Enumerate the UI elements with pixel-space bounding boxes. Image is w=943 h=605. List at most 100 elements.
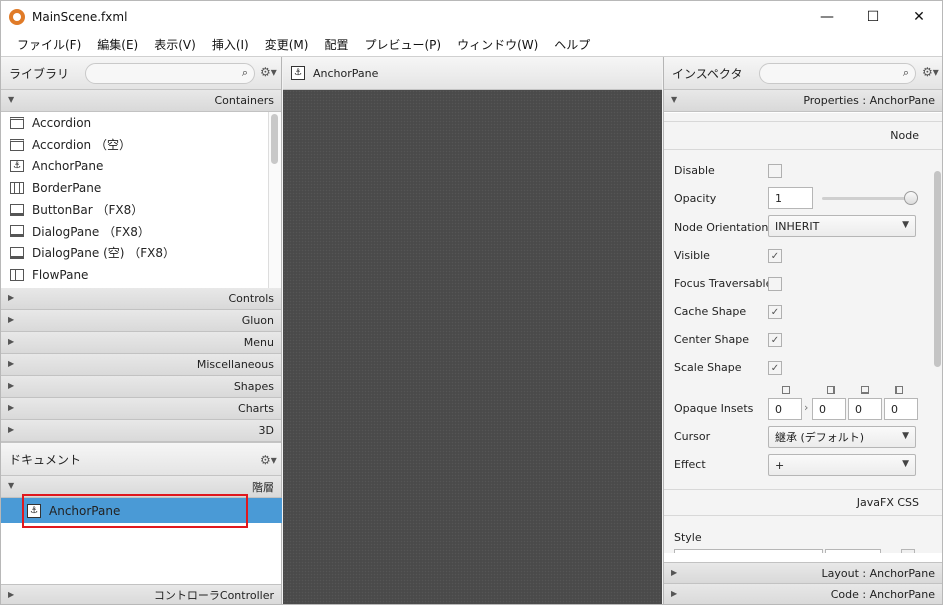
disable-checkbox[interactable] (768, 164, 782, 178)
menu-arrange[interactable]: 配置 (316, 36, 356, 53)
section-code[interactable]: ▶ Code : AnchorPane (664, 584, 942, 604)
center-shape-checkbox[interactable]: ✓ (768, 333, 782, 347)
section-miscellaneous[interactable]: ▶ Miscellaneous (1, 354, 281, 376)
node-orientation-select[interactable]: INHERIT ▼ (768, 215, 916, 237)
cache-shape-checkbox[interactable]: ✓ (768, 305, 782, 319)
section-label: Code : AnchorPane (830, 588, 935, 601)
link-arrow-icon[interactable]: › (804, 401, 808, 414)
divider (664, 149, 942, 150)
flowpane-icon (10, 268, 24, 281)
section-charts[interactable]: ▶ Charts (1, 398, 281, 420)
library-item-dialogpane[interactable]: DialogPane （FX8） (1, 220, 281, 242)
section-gluon[interactable]: ▶ Gluon (1, 310, 281, 332)
chevron-down-icon: ▼ (902, 220, 909, 230)
effect-select[interactable]: + ▼ (768, 454, 916, 476)
collapsed-arrow-icon: ▶ (8, 315, 15, 324)
focus-traversable-checkbox[interactable] (768, 277, 782, 291)
section-controls[interactable]: ▶ Controls (1, 288, 281, 310)
style-field[interactable] (674, 549, 823, 553)
menu-modify[interactable]: 変更(M) (257, 36, 317, 53)
library-item-buttonbar[interactable]: ButtonBar （FX8） (1, 199, 281, 221)
item-label: BorderPane (32, 180, 102, 195)
section-menu[interactable]: ▶ Menu (1, 332, 281, 354)
item-label: DialogPane (空) （FX8） (32, 246, 176, 261)
inspector-search-input[interactable]: ⌕ (759, 63, 916, 84)
opacity-slider-track[interactable] (822, 197, 914, 200)
style-menu-button[interactable] (901, 549, 915, 553)
center-shape-label: Center Shape (674, 333, 749, 346)
visible-checkbox[interactable]: ✓ (768, 249, 782, 263)
document-gear-icon[interactable]: ⚙▾ (260, 453, 277, 467)
inset-top-icon (782, 386, 790, 394)
focus-traversable-label: Focus Traversable (674, 277, 773, 290)
borderpane-icon (10, 181, 24, 194)
section-shapes[interactable]: ▶ Shapes (1, 376, 281, 398)
menu-preview[interactable]: プレビュー(P) (356, 36, 449, 53)
breadcrumb-label[interactable]: AnchorPane (313, 67, 378, 80)
style-value-field[interactable] (825, 549, 881, 553)
effect-value: + (775, 458, 785, 472)
document-header: ドキュメント ⚙▾ (1, 442, 281, 476)
section-properties[interactable]: ▼ Properties : AnchorPane (664, 90, 942, 112)
maximize-button[interactable]: ☐ (850, 1, 896, 32)
cursor-select[interactable]: 継承 (デフォルト) ▼ (768, 426, 916, 448)
library-item-borderpane[interactable]: BorderPane (1, 177, 281, 199)
menu-file[interactable]: ファイル(F) (9, 36, 89, 53)
scale-shape-checkbox[interactable]: ✓ (768, 361, 782, 375)
menu-bar: ファイル(F) 編集(E) 表示(V) 挿入(I) 変更(M) 配置 プレビュー… (1, 32, 942, 57)
inspector-scrollbar-thumb[interactable] (934, 171, 941, 367)
section-3d[interactable]: ▶ 3D (1, 420, 281, 442)
close-button[interactable]: ✕ (896, 1, 942, 32)
inset-right-icon (827, 386, 835, 394)
menu-insert[interactable]: 挿入(I) (204, 36, 257, 53)
section-label: Layout : AnchorPane (821, 566, 935, 580)
section-label: コントローラController (153, 589, 274, 602)
inset-top-field[interactable]: 0 (768, 398, 802, 420)
collapsed-arrow-icon: ▶ (8, 403, 15, 412)
opacity-field[interactable]: 1 (768, 187, 813, 209)
item-label: FlowPane (32, 267, 89, 282)
section-containers[interactable]: ▼ Containers (1, 90, 281, 112)
menu-edit[interactable]: 編集(E) (89, 36, 146, 53)
expanded-arrow-icon: ▼ (8, 481, 15, 490)
opaque-insets-label: Opaque Insets (674, 402, 754, 415)
minimize-button[interactable]: — (804, 1, 850, 32)
library-scrollbar-thumb[interactable] (271, 114, 278, 164)
divider (664, 515, 942, 516)
section-layout[interactable]: ▶ Layout : AnchorPane (664, 562, 942, 584)
section-controller[interactable]: ▶ コントローラController (1, 584, 281, 604)
inset-left-field[interactable]: 0 (884, 398, 918, 420)
library-item-flowpane[interactable]: FlowPane (1, 264, 281, 286)
buttonbar-icon (10, 203, 24, 216)
chevron-down-icon: ▼ (902, 459, 909, 469)
section-label: 3D (258, 424, 274, 437)
library-list: Accordion Accordion （空） ⚓ AnchorPane Bord… (1, 112, 281, 288)
menu-help[interactable]: ヘルプ (546, 36, 598, 53)
collapsed-arrow-icon: ▶ (671, 568, 678, 577)
expanded-arrow-icon: ▼ (671, 95, 678, 104)
collapsed-arrow-icon: ▶ (8, 425, 15, 434)
library-item-accordion-empty[interactable]: Accordion （空） (1, 134, 281, 156)
scene-builder-app-icon (9, 8, 25, 25)
item-label: AnchorPane (32, 159, 104, 174)
content-pane: ⚓ AnchorPane (283, 57, 662, 604)
inspector-gear-icon[interactable]: ⚙▾ (922, 65, 939, 79)
chevron-down-icon: ▼ (902, 431, 909, 441)
inset-right-field[interactable]: 0 (812, 398, 846, 420)
library-item-accordion[interactable]: Accordion (1, 112, 281, 134)
section-label: Shapes (233, 380, 274, 393)
opacity-slider-thumb[interactable] (904, 191, 918, 205)
item-label: ButtonBar （FX8） (32, 203, 144, 218)
library-search-input[interactable]: ⌕ (85, 63, 255, 84)
item-label: Accordion （空） (32, 138, 131, 153)
design-canvas[interactable] (283, 90, 662, 604)
library-item-dialogpane-empty[interactable]: DialogPane (空) （FX8） (1, 242, 281, 264)
inset-bottom-field[interactable]: 0 (848, 398, 882, 420)
menu-window[interactable]: ウィンドウ(W) (449, 36, 546, 53)
library-title: ライブラリ (9, 66, 70, 81)
library-item-anchorpane[interactable]: ⚓ AnchorPane (1, 155, 281, 177)
collapsed-arrow-icon: ▶ (8, 359, 15, 368)
menu-view[interactable]: 表示(V) (146, 36, 204, 53)
library-gear-icon[interactable]: ⚙▾ (260, 65, 277, 79)
document-title: ドキュメント (9, 452, 82, 467)
